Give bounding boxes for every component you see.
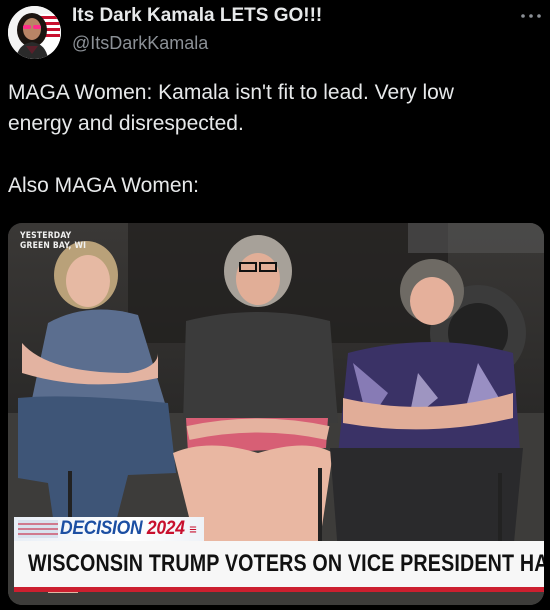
more-options-icon: [521, 14, 541, 18]
avatar[interactable]: [8, 6, 61, 59]
headline-bar: WISCONSIN TRUMP VOTERS ON VICE PRESIDENT…: [14, 541, 544, 592]
location-tag-line: YESTERDAY: [20, 231, 72, 241]
stripes-icon: ≡: [189, 521, 197, 537]
decision-2024-banner: DECISION 2024 ≡: [14, 517, 204, 541]
tweet-text-line: MAGA Women: Kamala isn't fit to lead. Ve…: [8, 81, 454, 104]
tweet-text-line: Also MAGA Women:: [8, 174, 200, 197]
tweet-body: MAGA Women: Kamala isn't fit to lead. Ve…: [8, 77, 538, 201]
decision-label: DECISION 2024 ≡: [60, 518, 197, 540]
tweet-card[interactable]: Its Dark Kamala LETS GO!!! @ItsDarkKamal…: [0, 0, 550, 610]
decision-year: 2024: [146, 518, 185, 539]
decision-word: DECISION: [60, 518, 147, 539]
stars-stripes-icon: [18, 520, 58, 538]
more-options-button[interactable]: [516, 6, 546, 26]
headline-text: WISCONSIN TRUMP VOTERS ON VICE PRESIDENT…: [28, 550, 544, 577]
location-tag: YESTERDAY GREEN BAY, WI: [20, 231, 86, 251]
author-display-name[interactable]: Its Dark Kamala LETS GO!!!: [72, 5, 322, 27]
author-handle[interactable]: @ItsDarkKamala: [72, 33, 208, 54]
avatar-dark-kamala-icon: [8, 6, 61, 59]
tweet-media-image[interactable]: YESTERDAY GREEN BAY, WI DECISION 2024 ≡ …: [8, 223, 544, 605]
news-chyron: DECISION 2024 ≡ WISCONSIN TRUMP VOTERS O…: [14, 517, 544, 601]
location-tag-line: GREEN BAY, WI: [20, 241, 87, 251]
tweet-text-line: energy and disrespected.: [8, 112, 244, 135]
